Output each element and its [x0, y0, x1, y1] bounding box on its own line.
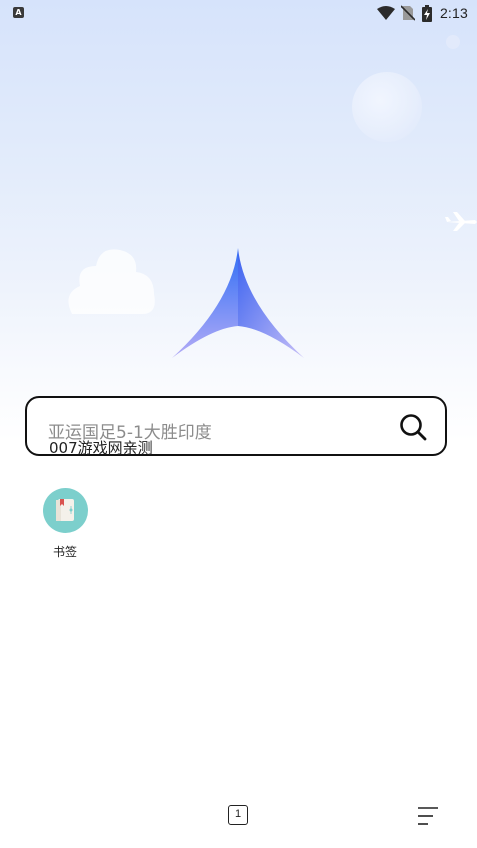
shortcut-icon-circle	[42, 488, 88, 533]
menu-lines-icon[interactable]	[417, 806, 439, 826]
bottom-nav: 1	[0, 796, 477, 836]
search-box[interactable]: 亚运国足5-1大胜印度 007游戏网亲测	[25, 396, 447, 458]
airplane-decoration	[445, 212, 477, 231]
clock-time: 2:13	[439, 5, 468, 21]
wifi-icon	[376, 6, 395, 20]
battery-charging-icon	[421, 4, 432, 22]
no-sim-icon	[400, 5, 415, 21]
status-bar: A 2:13	[0, 0, 477, 26]
browser-logo	[172, 248, 304, 358]
moon-decoration	[352, 72, 422, 142]
shortcut-label: 书签	[52, 545, 77, 559]
status-right-group: 2:13	[376, 4, 468, 22]
search-icon[interactable]	[399, 413, 427, 441]
tabs-button[interactable]: 1	[228, 805, 248, 825]
small-moon-decoration	[446, 35, 460, 49]
search-suggestion[interactable]: 007游戏网亲测	[49, 437, 153, 458]
browser-home-screen: A 2:13 亚运国足5-1大胜印度 007游戏网亲测 书签 1	[0, 0, 477, 848]
shortcut-bookmarks[interactable]: 书签	[36, 488, 94, 560]
bookmark-book-icon	[55, 499, 74, 521]
cloud-decoration	[68, 249, 155, 314]
notification-app-icon: A	[13, 7, 24, 18]
